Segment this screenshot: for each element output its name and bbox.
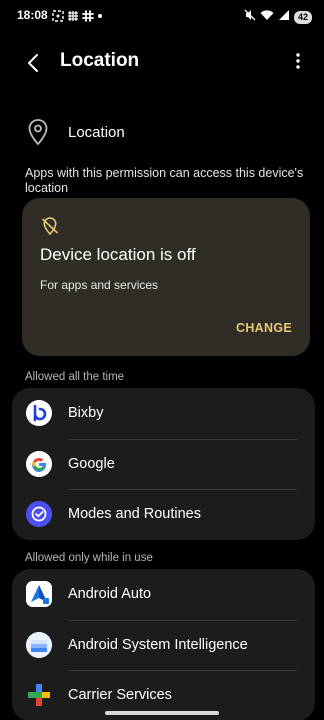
- more-options-button[interactable]: [292, 51, 304, 71]
- status-right: 42: [244, 8, 312, 26]
- slack-icon: [82, 9, 94, 27]
- app-row-android-auto[interactable]: Android Auto: [12, 569, 315, 620]
- app-row-modes-routines[interactable]: Modes and Routines: [12, 489, 315, 540]
- battery-indicator: 42: [293, 10, 312, 24]
- location-master-row[interactable]: Location: [26, 118, 125, 146]
- back-arrow-icon: [28, 54, 38, 72]
- location-off-title: Device location is off: [40, 245, 196, 264]
- app-name: Carrier Services: [68, 687, 172, 704]
- location-off-icon: [41, 217, 59, 236]
- app-row-google[interactable]: Google: [12, 438, 315, 490]
- permission-description: Apps with this permission can access thi…: [25, 166, 304, 195]
- app-name: Modes and Routines: [68, 506, 201, 523]
- page-title: Location: [60, 50, 140, 71]
- gesture-nav-handle[interactable]: [105, 711, 219, 715]
- location-master-label: Location: [68, 123, 125, 141]
- notification-icons: [52, 9, 103, 27]
- mute-icon: [244, 8, 256, 26]
- change-button[interactable]: CHANGE: [236, 321, 292, 335]
- location-pin-icon: [28, 119, 48, 146]
- location-off-subtitle: For apps and services: [40, 278, 159, 292]
- google-icon: [26, 450, 52, 477]
- app-name: Android Auto: [68, 586, 152, 603]
- more-vertical-icon: [296, 53, 300, 69]
- android-auto-icon: [26, 581, 52, 608]
- status-bar: 18:08 42: [0, 0, 324, 30]
- screenshot-icon: [52, 9, 64, 27]
- bixby-icon: [26, 400, 52, 427]
- app-row-bixby[interactable]: Bixby: [12, 388, 315, 439]
- grid-app-icon: [67, 9, 79, 27]
- wifi-icon: [260, 8, 274, 26]
- dot-icon: [97, 9, 103, 27]
- status-time: 18:08: [17, 8, 48, 22]
- app-name: Bixby: [68, 405, 104, 422]
- app-group-while-in-use: Android Auto Android System Intelligence…: [12, 569, 315, 720]
- back-button[interactable]: [20, 50, 46, 76]
- android-system-intelligence-icon: [26, 631, 52, 658]
- carrier-services-icon: [26, 682, 52, 708]
- signal-icon: [278, 8, 290, 26]
- section-header-while-in-use: Allowed only while in use: [25, 552, 153, 564]
- section-header-all-time: Allowed all the time: [25, 371, 125, 383]
- app-bar: Location: [0, 42, 324, 82]
- app-row-android-system-intelligence[interactable]: Android System Intelligence: [12, 619, 315, 671]
- location-off-card: Device location is off For apps and serv…: [22, 198, 310, 356]
- app-group-all-time: Bixby Google Modes and Routines: [12, 388, 315, 540]
- app-name: Android System Intelligence: [68, 636, 248, 653]
- app-name: Google: [68, 455, 115, 472]
- modes-routines-icon: [26, 501, 52, 528]
